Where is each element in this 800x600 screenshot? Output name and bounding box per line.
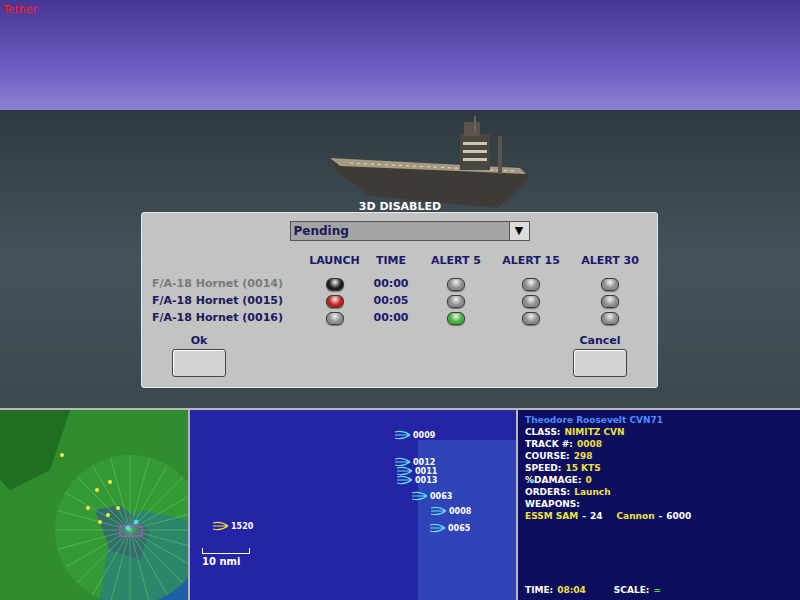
track[interactable]: 0065 bbox=[429, 523, 470, 533]
alert-light[interactable] bbox=[447, 295, 465, 308]
button-label: Cancel bbox=[579, 333, 620, 350]
column-header: ALERT 5 bbox=[419, 253, 493, 270]
overview-map[interactable] bbox=[0, 410, 188, 600]
launch-light[interactable] bbox=[326, 312, 344, 325]
track[interactable]: 0009 bbox=[394, 430, 435, 440]
alert-light[interactable] bbox=[522, 295, 540, 308]
aircraft-track-icon[interactable] bbox=[396, 466, 414, 476]
info-field: COURSE:298 bbox=[525, 450, 793, 462]
unit-name: Theodore Roosevelt CVN71 bbox=[525, 414, 793, 426]
track-label: 0011 bbox=[415, 467, 437, 476]
aircraft-track-icon[interactable] bbox=[212, 521, 230, 531]
info-field: SPEED:15 KTS bbox=[525, 462, 793, 474]
aircraft-row[interactable]: F/A-18 Hornet (0016) 00:00 bbox=[152, 310, 647, 327]
alert-light[interactable] bbox=[601, 278, 619, 291]
button-label: Ok bbox=[191, 333, 208, 350]
launch-time: 00:05 bbox=[363, 293, 419, 310]
bottom-panels: 0009 001200110013 0063 0008 0065 1520 10 nmi Th… bbox=[0, 408, 800, 600]
aircraft-row[interactable]: F/A-18 Hornet (0014) 00:00 bbox=[152, 276, 647, 293]
launch-light[interactable] bbox=[326, 295, 344, 308]
info-field: CLASS:NIMITZ CVN bbox=[525, 426, 793, 438]
info-field: TRACK #:0008 bbox=[525, 438, 793, 450]
aircraft-track-icon[interactable] bbox=[430, 506, 448, 516]
aircraft-row[interactable]: F/A-18 Hornet (0015) 00:05 bbox=[152, 293, 647, 310]
track-label: 0012 bbox=[413, 458, 435, 467]
column-header: ALERT 30 bbox=[569, 253, 651, 270]
scene-label: Tether bbox=[3, 2, 37, 19]
scale-bar: 10 nmi bbox=[202, 548, 250, 569]
launch-light[interactable] bbox=[326, 278, 344, 291]
track-label: 0065 bbox=[448, 524, 470, 533]
tactical-map[interactable]: 0009 001200110013 0063 0008 0065 1520 10 nmi bbox=[190, 410, 516, 600]
track-label: 0008 bbox=[449, 507, 471, 516]
track[interactable]: 0012 bbox=[394, 457, 435, 467]
aircraft-track-icon[interactable] bbox=[411, 491, 429, 501]
info-field: WEAPONS: bbox=[525, 498, 793, 510]
scene-view[interactable]: Tether3D DISABLEDPending▼LAUNCHTIMEALERT… bbox=[0, 0, 800, 408]
launch-dialog: Pending▼ LAUNCHTIMEALERT 5ALERT 15ALERT 3… bbox=[141, 212, 658, 388]
alert-light[interactable] bbox=[447, 312, 465, 325]
alert-light[interactable] bbox=[601, 312, 619, 325]
track-label: 1520 bbox=[231, 522, 253, 531]
dialog-button[interactable] bbox=[573, 349, 627, 377]
aircraft-name: F/A-18 Hornet (0015) bbox=[152, 293, 306, 310]
info-field: %DAMAGE:0 bbox=[525, 474, 793, 486]
aircraft-name: F/A-18 Hornet (0016) bbox=[152, 310, 306, 327]
aircraft-track-icon[interactable] bbox=[396, 475, 414, 485]
alert-light[interactable] bbox=[447, 278, 465, 291]
aircraft-track-icon[interactable] bbox=[394, 457, 412, 467]
aircraft-name: F/A-18 Hornet (0014) bbox=[152, 276, 306, 293]
info-field: ORDERS:Launch bbox=[525, 486, 793, 498]
weapons-row: ESSM SAM-24Cannon-6000 bbox=[525, 510, 793, 522]
info-panel: Theodore Roosevelt CVN71CLASS:NIMITZ CVN… bbox=[518, 410, 800, 600]
status-dropdown[interactable]: Pending▼ bbox=[290, 221, 530, 241]
track[interactable]: 0008 bbox=[430, 506, 471, 516]
aircraft-track-icon[interactable] bbox=[429, 523, 447, 533]
track[interactable]: 0011 bbox=[396, 466, 437, 476]
track-label: 0009 bbox=[413, 431, 435, 440]
launch-time: 00:00 bbox=[363, 310, 419, 327]
game-screen: Tether3D DISABLEDPending▼LAUNCHTIMEALERT… bbox=[0, 0, 800, 600]
alert-light[interactable] bbox=[522, 278, 540, 291]
aircraft-track-icon[interactable] bbox=[394, 430, 412, 440]
column-header: LAUNCH bbox=[306, 253, 363, 270]
track-label: 0013 bbox=[415, 476, 437, 485]
dropdown-arrow[interactable]: ▼ bbox=[509, 222, 529, 240]
alert-light[interactable] bbox=[522, 312, 540, 325]
sky bbox=[0, 0, 800, 110]
column-header: ALERT 15 bbox=[493, 253, 569, 270]
alert-light[interactable] bbox=[601, 295, 619, 308]
track[interactable]: 0063 bbox=[411, 491, 452, 501]
launch-time: 00:00 bbox=[363, 276, 419, 293]
column-header: TIME bbox=[363, 253, 419, 270]
track-label: 0063 bbox=[430, 492, 452, 501]
track[interactable]: 0013 bbox=[396, 475, 437, 485]
status-row: TIME:08:04SCALE:= bbox=[525, 584, 793, 600]
track[interactable]: 1520 bbox=[212, 521, 253, 531]
dialog-button[interactable] bbox=[172, 349, 226, 377]
